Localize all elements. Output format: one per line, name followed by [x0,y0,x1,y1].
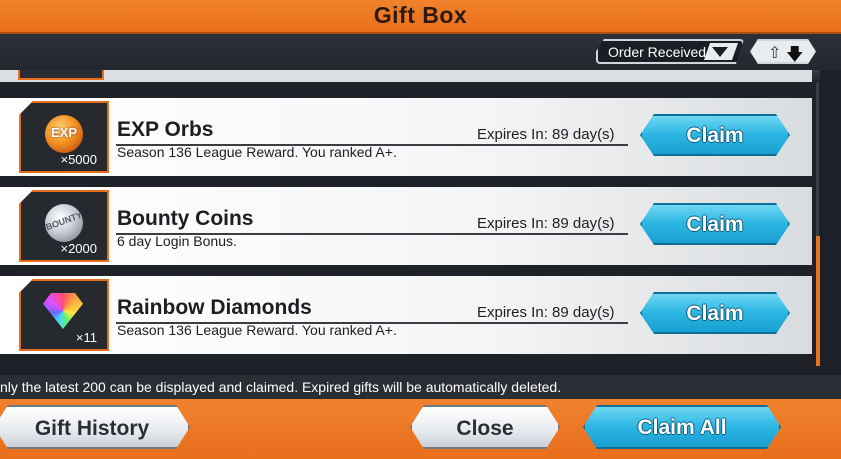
icon-text: EXP [50,125,77,140]
claim-button[interactable]: Claim [640,292,790,334]
gift-description: 6 day Login Bonus. [117,233,237,249]
claim-button[interactable]: Claim [640,114,790,156]
gift-name: EXP Orbs [117,118,214,141]
page-title: Gift Box [373,2,468,28]
gift-quantity: ×5000 [60,152,97,167]
gift-expiry: Expires In: 89 day(s) [477,126,615,143]
exp-orb-icon: EXP [45,115,83,153]
sort-dropdown-label: Order Received [608,44,707,60]
gift-name: Bounty Coins [117,207,254,230]
icon-text: BOUNTY [44,209,84,233]
chevron-down-icon [712,47,728,57]
gift-icon-frame: BOUNTY ×2000 [19,190,109,262]
claim-all-button[interactable]: Claim All [583,405,781,449]
footer-bar: Gift History Close Claim All [0,399,841,459]
bounty-coin-icon: BOUNTY [44,204,84,242]
gift-expiry: Expires In: 89 day(s) [477,304,615,321]
close-button[interactable]: Close [410,405,560,449]
sort-dropdown[interactable]: Order Received [596,39,744,64]
list-item: BOUNTY ×2000 Bounty Coins 6 day Login Bo… [0,187,812,265]
arrow-up-icon: ⇧ [768,45,782,62]
rainbow-diamond-icon [43,293,83,329]
gift-icon-frame: ×11 [19,279,109,351]
arrow-down-icon: 🡇 [786,45,804,64]
list-item [0,70,812,82]
gift-description: Season 136 League Reward. You ranked A+. [117,144,397,160]
claim-button-label: Claim [686,213,744,236]
gift-icon-frame [18,70,104,80]
gift-icon-frame: EXP ×5000 [19,101,109,173]
close-label: Close [456,417,514,440]
gift-list[interactable]: EXP ×5000 EXP Orbs Season 136 League Rew… [0,70,820,370]
gift-name: Rainbow Diamonds [117,296,312,319]
notice-text: nly the latest 200 can be displayed and … [0,379,562,395]
list-item: EXP ×5000 EXP Orbs Season 136 League Rew… [0,98,812,176]
list-item: ×11 Rainbow Diamonds Season 136 League R… [0,276,812,354]
title-bar: Gift Box [0,0,841,34]
gift-history-button[interactable]: Gift History [0,405,190,449]
sort-order-button[interactable]: ⇧ 🡇 [750,39,816,64]
claim-button-label: Claim [686,302,744,325]
claim-all-label: Claim All [637,416,727,439]
gift-history-label: Gift History [34,417,150,440]
claim-button[interactable]: Claim [640,203,790,245]
gift-expiry: Expires In: 89 day(s) [477,215,615,232]
sort-bar: Order Received ⇧ 🡇 [0,34,841,70]
claim-button-label: Claim [686,124,744,147]
gift-quantity: ×2000 [60,241,97,256]
scrollbar-thumb[interactable] [816,236,820,366]
gift-description: Season 136 League Reward. You ranked A+. [117,322,397,338]
gift-quantity: ×11 [75,330,97,345]
